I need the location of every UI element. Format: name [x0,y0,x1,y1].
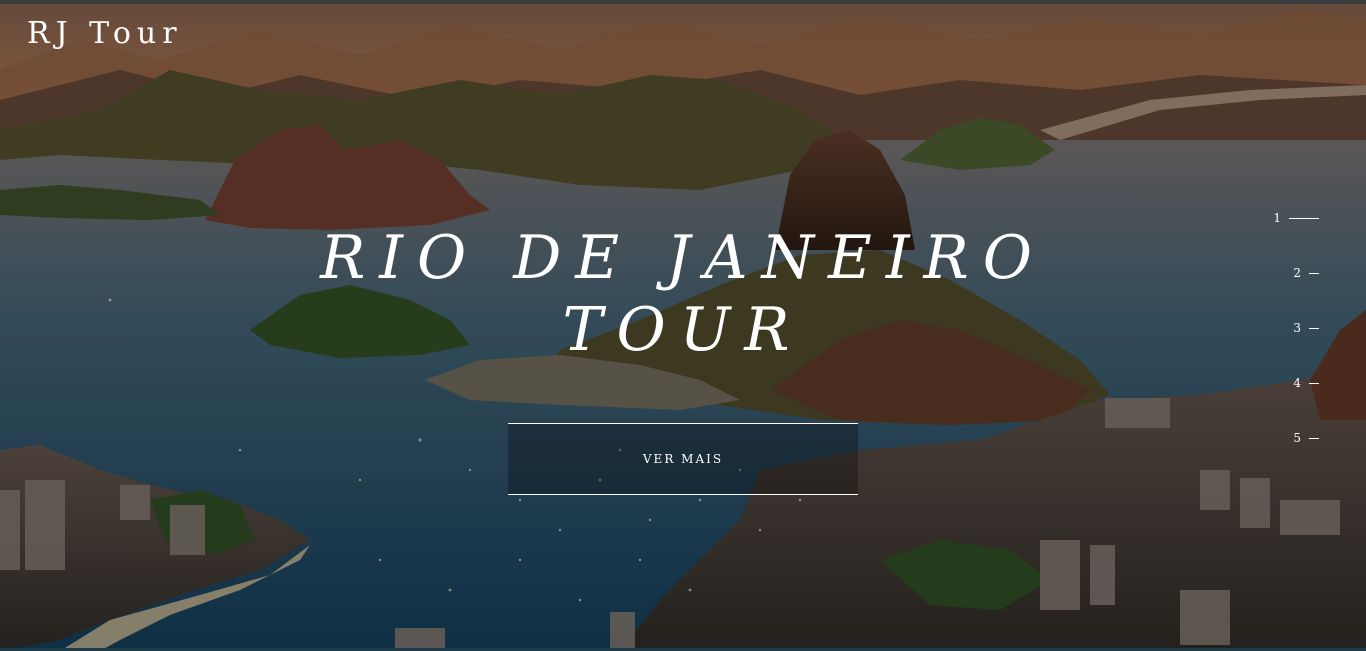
slide-nav-line [1309,437,1319,439]
slide-nav-line [1309,327,1319,329]
slide-nav-item-1[interactable]: 1 [1273,208,1319,228]
top-strip [0,0,1366,4]
slide-nav-number: 3 [1293,321,1301,335]
slide-nav-line [1309,382,1319,384]
brand-logo[interactable]: RJ Tour [27,16,183,51]
slide-nav-line [1289,217,1319,219]
slide-nav-number: 4 [1293,376,1301,390]
slide-nav-number: 2 [1293,266,1301,280]
slide-nav-item-5[interactable]: 5 [1273,428,1319,448]
slide-nav-item-2[interactable]: 2 [1273,263,1319,283]
slide-nav-number: 1 [1273,211,1281,225]
hero-title: RIO DE JANEIRO TOUR [283,222,1083,366]
slide-nav-item-3[interactable]: 3 [1273,318,1319,338]
slide-nav-number: 5 [1293,431,1301,445]
slide-navigation: 1 2 3 4 5 [1273,208,1319,483]
hero-title-line-1: RIO DE JANEIRO [320,223,1046,293]
slide-nav-line [1309,272,1319,274]
ver-mais-button[interactable]: VER MAIS [508,423,858,495]
slide-nav-item-4[interactable]: 4 [1273,373,1319,393]
hero-section: RJ Tour RIO DE JANEIRO TOUR VER MAIS 1 2… [0,0,1366,651]
hero-title-line-2: TOUR [562,295,804,365]
